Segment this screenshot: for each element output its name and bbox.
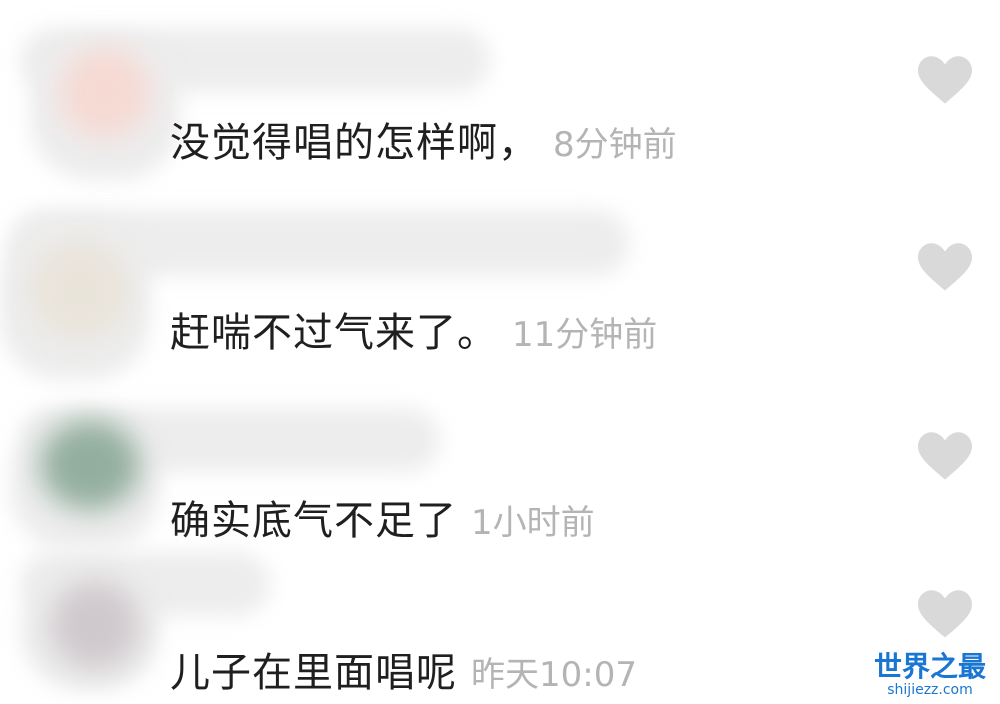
- comment-time: 昨天10:07: [471, 655, 637, 695]
- comment-line: 儿子在里面唱呢 昨天10:07: [170, 640, 637, 698]
- watermark: 世界之最 shijiezz.com: [868, 650, 992, 699]
- comment-item: 儿子在里面唱呢 昨天10:07: [0, 0, 1000, 704]
- heart-icon[interactable]: [918, 590, 972, 640]
- watermark-title: 世界之最: [873, 650, 986, 683]
- comment-text: 儿子在里面唱呢: [170, 650, 457, 696]
- avatar[interactable]: [50, 580, 140, 670]
- watermark-url: shijiezz.com: [887, 682, 973, 698]
